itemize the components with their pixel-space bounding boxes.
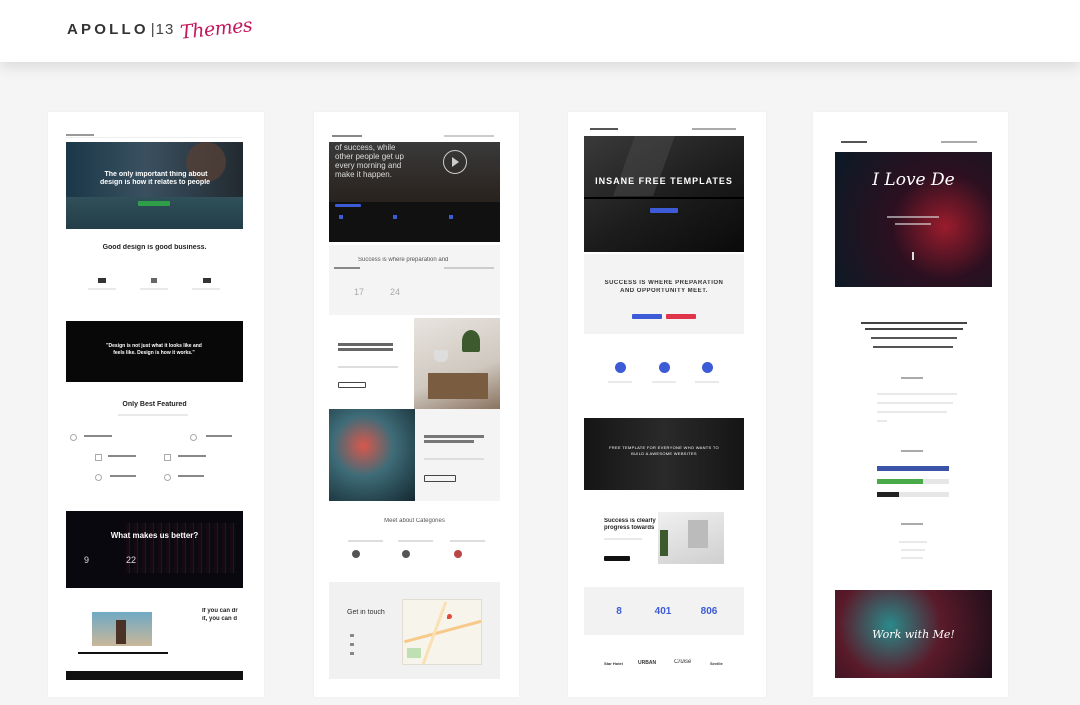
p2-map[interactable] [402,599,482,665]
p3-band-2: BUILD A AWESOME WEBSITES [631,451,697,456]
p1-quote-1: "Design is not just what it looks like a… [106,343,202,349]
p1-hero-title-2: design is how it relates to people [99,179,211,186]
p2-hero-button[interactable] [335,204,361,207]
p1-cta-line2: it, you can d [202,616,238,622]
theme-preview-4[interactable]: I Love De Work with Me! [813,112,1008,697]
p2-portrait-image [329,409,415,501]
p2-more-button-2[interactable] [424,475,456,482]
p3-stat-1: 8 [616,606,622,617]
p3-feature-button[interactable] [604,556,630,561]
p1-cta-line1: If you can dr [202,608,238,614]
p3-hero-title: INSANE FREE TEMPLATES [595,176,733,186]
p3-feature-icon-3 [702,362,713,373]
p1-hero: The only important thing about design is… [66,142,243,229]
p2-hero-3: every morning and [335,161,402,170]
p2-categories-title: Meet about Categories [384,518,445,524]
apollo13-logo[interactable]: APOLLO |13 Themes [67,14,253,43]
p2-success: Success is where preparation and [358,257,449,263]
p1-better-band: What makes us better? 9 22 [66,511,243,588]
p3-dark-band: FREE TEMPLATE FOR EVERYONE WHO WANTS TO … [584,418,744,490]
p3-success-2: AND OPPORTUNITY MEET. [620,288,708,294]
p2-avatar-2 [402,550,410,558]
p1-hero-title-1: The only important thing about [104,171,208,178]
p4-hero: I Love De [835,152,992,287]
p4-work-title: Work with Me! [872,628,955,641]
site-header: APOLLO |13 Themes [0,0,1080,62]
p2-hero-2: other people get up [335,152,404,161]
p3-hero: INSANE FREE TEMPLATES [584,136,744,252]
p3-band-1: FREE TEMPLATE FOR EVERYONE WHO WANTS TO [609,445,719,450]
p1-good-design: Good design is good business. [102,244,207,251]
p1-featured-title: Only Best Featured [122,401,187,408]
p3-feature-2: progress towards [604,525,655,531]
p2-avatar-1 [352,550,360,558]
p1-quote-band: "Design is not just what it looks like a… [66,321,243,382]
p2-more-button-1[interactable] [338,382,366,388]
p3-stat-2: 401 [654,606,672,617]
p3-logo-3: Cruise [674,659,692,665]
p4-skill-bar-2 [877,479,923,484]
p1-hero-button[interactable] [138,201,170,206]
p3-feature-icon-2 [659,362,670,373]
p2-desk-image [414,318,500,409]
theme-preview-1[interactable]: The only important thing about design is… [48,112,264,697]
p2-hero-1: of success, while [335,143,396,152]
p1-better-title: What makes us better? [110,531,199,540]
p3-feature-1: Success is clearly [604,518,656,524]
p3-logo-4: Seville [710,661,723,666]
p3-feature-icon-1 [615,362,626,373]
p2-hero-4: make it happen. [335,170,392,179]
p3-red-button[interactable] [666,314,696,319]
p4-skill-bar-3 [877,492,899,497]
brand-script-word: Themes [179,14,254,44]
p1-stat-b: 22 [126,555,137,565]
p4-work-band: Work with Me! [835,590,992,678]
p2-avatar-3 [454,550,462,558]
p3-success-1: SUCCESS IS WHERE PREPARATION [604,280,724,286]
p3-logo-2: URBAN [638,660,657,666]
p2-hero: of success, while other people get up ev… [329,142,500,242]
p1-cta-image [92,612,152,646]
theme-preview-3[interactable]: INSANE FREE TEMPLATES SUCCESS IS WHERE P… [568,112,766,697]
p4-hero-title: I Love De [872,170,955,190]
theme-preview-2[interactable]: of success, while other people get up ev… [314,112,519,697]
brand-name: APOLLO [67,20,149,38]
p1-stat-a: 9 [84,555,90,565]
p2-get-in-touch: Get in touch [347,609,385,616]
brand-number: |13 [150,20,175,38]
p3-stat-3: 806 [700,606,718,617]
p3-logo-1: Star Hotel [604,661,623,666]
p3-hero-button[interactable] [650,208,678,213]
p3-feature-image [658,512,724,564]
p3-blue-button[interactable] [632,314,662,319]
p4-skill-bar-1 [877,466,949,471]
p1-quote-2: feels like. Design is how it works." [113,350,195,356]
